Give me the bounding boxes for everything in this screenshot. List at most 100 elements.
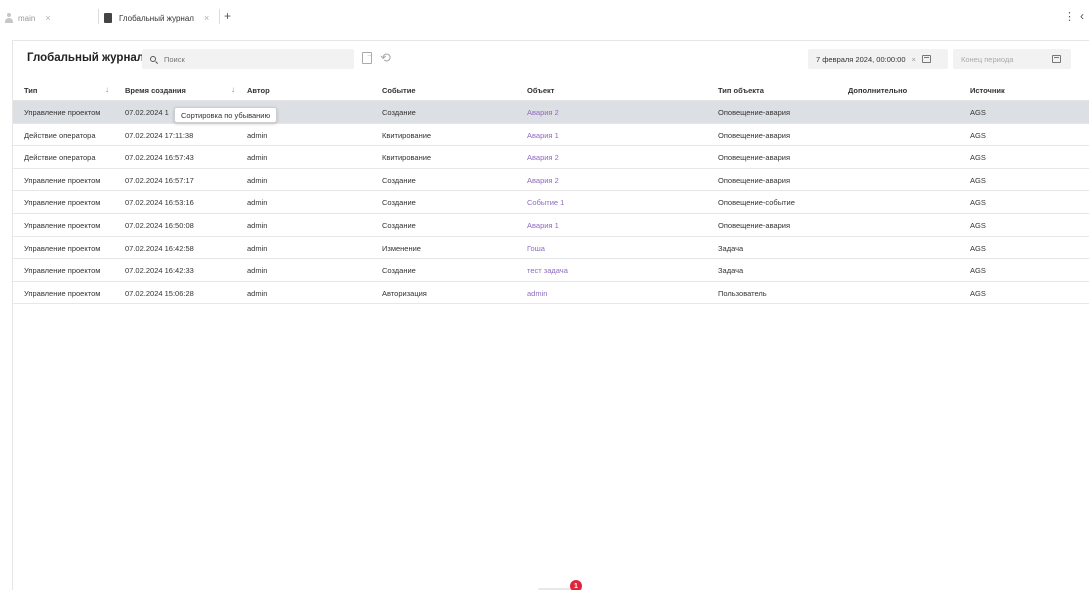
search-input[interactable] xyxy=(164,54,344,64)
date-end-field[interactable]: Конец периода xyxy=(953,49,1071,69)
cell-event: Создание xyxy=(382,220,416,230)
cell-object-link[interactable]: Авария 2 xyxy=(527,176,559,185)
search-icon xyxy=(150,56,156,62)
cell-time: 07.02.2024 15:06:28 xyxy=(125,288,194,298)
table-row[interactable]: Управление проектом 07.02.2024 16:42:33 … xyxy=(13,259,1089,282)
column-header-object[interactable]: Объект xyxy=(527,86,554,95)
table-row[interactable]: Управление проектом 07.02.2024 15:06:28 … xyxy=(13,282,1089,305)
journal-panel: Глобальный журнал ⟲ 7 февраля 2024, 00:0… xyxy=(12,40,1089,590)
cell-event: Квитирование xyxy=(382,130,432,140)
cell-event: Создание xyxy=(382,108,416,117)
cell-author: admin xyxy=(247,198,268,208)
cell-time: 07.02.2024 16:42:58 xyxy=(125,243,194,253)
add-tab-button[interactable]: + xyxy=(224,9,231,23)
cell-event: Создание xyxy=(382,266,416,276)
cell-source: AGS xyxy=(970,220,986,230)
cell-time: 07.02.2024 16:57:43 xyxy=(125,153,194,163)
cell-source: AGS xyxy=(970,266,986,276)
cell-type: Управление проектом xyxy=(24,175,101,185)
cell-event: Авторизация xyxy=(382,288,427,298)
calendar-icon[interactable] xyxy=(1052,55,1061,63)
cell-source: AGS xyxy=(970,288,986,298)
cell-time: 07.02.2024 1 xyxy=(125,108,169,117)
tab-main-label: main xyxy=(18,13,36,23)
cell-object-link[interactable]: Событие 1 xyxy=(527,198,564,207)
cell-object-link[interactable]: Авария 2 xyxy=(527,153,559,162)
cell-object-type: Пользователь xyxy=(718,288,767,298)
tab-main-close-icon[interactable]: × xyxy=(45,13,50,23)
cell-object-link[interactable]: admin xyxy=(527,289,547,298)
cell-object-type: Оповещение-авария xyxy=(718,108,791,117)
cell-source: AGS xyxy=(970,198,986,208)
cell-object-type: Задача xyxy=(718,243,744,253)
clear-date-icon[interactable]: × xyxy=(912,55,916,64)
cell-event: Изменение xyxy=(382,243,421,253)
cell-object-link[interactable]: Авария 2 xyxy=(527,108,559,117)
cell-type: Управление проектом xyxy=(24,243,101,253)
sort-arrow-icon[interactable]: ↓ xyxy=(105,85,109,94)
cell-object-type: Оповещение-авария xyxy=(718,153,791,163)
cell-type: Управление проектом xyxy=(24,288,101,298)
column-header-object-type[interactable]: Тип объекта xyxy=(718,86,764,95)
cell-author: admin xyxy=(247,153,268,163)
cell-author: admin xyxy=(247,288,268,298)
date-start-field[interactable]: 7 февраля 2024, 00:00:00 × xyxy=(808,49,948,69)
table-row[interactable]: Управление проектом 07.02.2024 16:50:08 … xyxy=(13,214,1089,237)
user-icon xyxy=(4,13,14,23)
column-header-type[interactable]: Тип xyxy=(24,86,37,95)
chevron-left-icon[interactable]: ‹ xyxy=(1080,9,1084,23)
date-start-value: 7 февраля 2024, 00:00:00 xyxy=(816,54,906,64)
cell-author: admin xyxy=(247,266,268,276)
cell-object-type: Оповещение-авария xyxy=(718,130,791,140)
column-header-source[interactable]: Источник xyxy=(970,86,1005,95)
search-box[interactable] xyxy=(142,49,354,69)
table-row[interactable]: Действие оператора 07.02.2024 16:57:43 a… xyxy=(13,146,1089,169)
cell-object-link[interactable]: Авария 1 xyxy=(527,131,559,140)
cell-event: Создание xyxy=(382,175,416,185)
table-header: Тип ↓ Время создания ↓ Автор Событие Объ… xyxy=(13,79,1089,101)
notification-badge[interactable]: 1 xyxy=(570,580,582,590)
calendar-icon[interactable] xyxy=(921,55,931,63)
tab-bar: main × Глобальный журнал × + ⋮ ‹ xyxy=(0,0,1089,32)
cell-type: Действие оператора xyxy=(24,130,96,140)
tab-divider xyxy=(98,9,99,24)
cell-source: AGS xyxy=(970,243,986,253)
document-icon xyxy=(104,13,112,23)
cell-author: admin xyxy=(247,175,268,185)
cell-type: Управление проектом xyxy=(24,198,101,208)
cell-time: 07.02.2024 16:42:33 xyxy=(125,266,194,276)
cell-object-type: Оповещение-авария xyxy=(718,220,791,230)
kebab-menu-icon[interactable]: ⋮ xyxy=(1064,10,1075,23)
table-row[interactable]: Управление проектом 07.02.2024 16:53:16 … xyxy=(13,191,1089,214)
cell-type: Управление проектом xyxy=(24,266,101,276)
tab-main[interactable]: main × xyxy=(4,11,51,25)
toolbar: Глобальный журнал ⟲ 7 февраля 2024, 00:0… xyxy=(13,41,1089,79)
page-title: Глобальный журнал xyxy=(27,52,145,64)
tab-global-journal[interactable]: Глобальный журнал × xyxy=(104,11,209,25)
cell-source: AGS xyxy=(970,175,986,185)
export-icon[interactable] xyxy=(362,50,374,64)
table-row[interactable]: Действие оператора 07.02.2024 17:11:38 a… xyxy=(13,124,1089,147)
cell-object-type: Оповещение-авария xyxy=(718,175,791,185)
sort-tooltip: Сортировка по убыванию xyxy=(174,107,278,123)
column-header-time[interactable]: Время создания xyxy=(125,86,186,95)
tab-global-journal-close-icon[interactable]: × xyxy=(204,13,209,23)
table-row[interactable]: Управление проектом 07.02.2024 16:57:17 … xyxy=(13,169,1089,192)
column-header-author[interactable]: Автор xyxy=(247,86,270,95)
cell-event: Квитирование xyxy=(382,153,432,163)
cell-object-type: Оповещение-событие xyxy=(718,198,795,208)
cell-time: 07.02.2024 17:11:38 xyxy=(125,130,194,140)
cell-source: AGS xyxy=(970,108,986,117)
tab-global-journal-label: Глобальный журнал xyxy=(119,13,194,23)
column-header-extra[interactable]: Дополнительно xyxy=(848,86,907,95)
cell-object-link[interactable]: Гоша xyxy=(527,244,545,253)
cell-object-link[interactable]: Авария 1 xyxy=(527,221,559,230)
sort-arrow-icon[interactable]: ↓ xyxy=(231,85,235,94)
history-icon[interactable]: ⟲ xyxy=(380,50,391,66)
cell-object-link[interactable]: тест задача xyxy=(527,266,568,275)
table-row[interactable]: Управление проектом 07.02.2024 16:42:58 … xyxy=(13,237,1089,260)
cell-author: admin xyxy=(247,220,268,230)
column-header-event[interactable]: Событие xyxy=(382,86,416,95)
cell-author: admin xyxy=(247,130,268,140)
cell-time: 07.02.2024 16:53:16 xyxy=(125,198,194,208)
